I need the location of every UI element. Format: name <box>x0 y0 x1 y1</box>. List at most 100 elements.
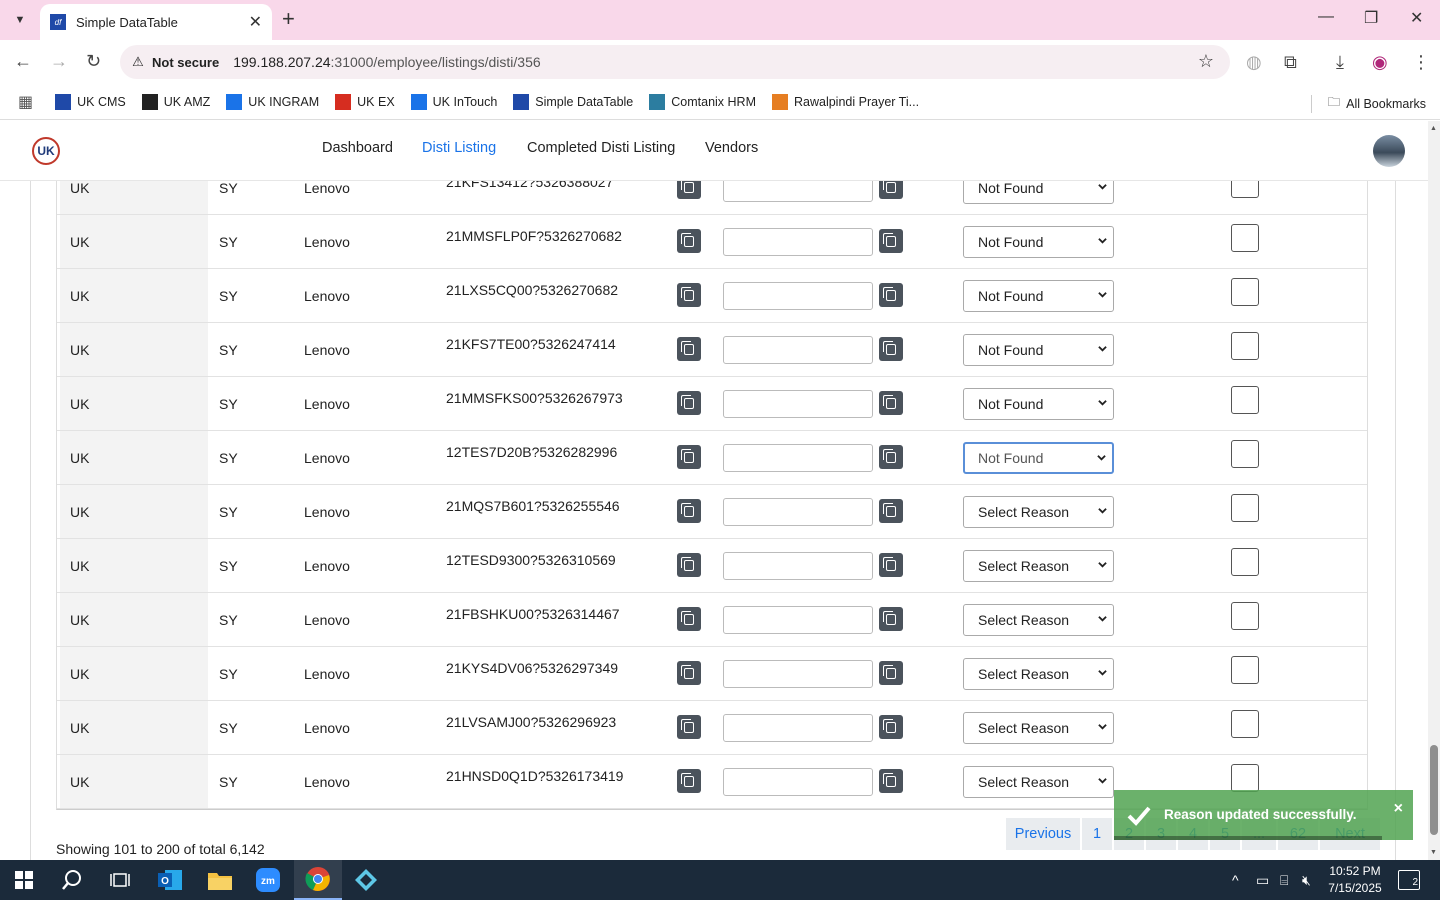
extensions-icon[interactable]: ⧉ <box>1284 52 1297 73</box>
paste-button[interactable] <box>879 769 903 793</box>
copy-sku-button[interactable] <box>677 229 701 253</box>
scroll-up-icon[interactable]: ▲ <box>1430 125 1437 132</box>
paste-button[interactable] <box>879 661 903 685</box>
paste-button[interactable] <box>879 283 903 307</box>
translate-icon[interactable]: ◍ <box>1246 52 1262 73</box>
pagination-previous[interactable]: Previous <box>1006 818 1080 850</box>
reason-select[interactable]: Select Reason <box>963 766 1114 798</box>
bookmark-star-icon[interactable]: ☆ <box>1198 51 1214 72</box>
paste-button[interactable] <box>879 391 903 415</box>
reason-select[interactable]: Select Reason <box>963 496 1114 528</box>
nav-completed-disti-listing[interactable]: Completed Disti Listing <box>527 140 675 156</box>
network-icon[interactable]: ⌸ <box>1280 872 1288 889</box>
paste-button[interactable] <box>879 715 903 739</box>
copy-sku-button[interactable] <box>677 391 701 415</box>
value-input[interactable] <box>723 714 873 742</box>
copy-sku-button[interactable] <box>677 769 701 793</box>
bookmark-item[interactable]: Simple DataTable <box>513 93 633 110</box>
not-secure-label[interactable]: Not secure <box>152 55 219 70</box>
uk-logo[interactable]: UK <box>32 137 60 165</box>
scrollbar-thumb[interactable] <box>1430 745 1438 835</box>
reason-select[interactable]: Not Found <box>963 226 1114 258</box>
outlook-icon[interactable]: O <box>146 860 194 900</box>
reason-select[interactable]: Not Found <box>963 334 1114 366</box>
scroll-down-icon[interactable]: ▼ <box>1430 849 1437 856</box>
search-icon[interactable] <box>48 860 96 900</box>
value-input[interactable] <box>723 552 873 580</box>
file-explorer-icon[interactable] <box>196 860 244 900</box>
toast-close-icon[interactable]: × <box>1394 800 1403 818</box>
reason-select[interactable]: Not Found <box>963 280 1114 312</box>
tray-chevron-icon[interactable]: ^ <box>1232 872 1239 888</box>
paste-button[interactable] <box>879 229 903 253</box>
nav-disti-listing[interactable]: Disti Listing <box>422 140 496 156</box>
pagination-page[interactable]: 1 <box>1082 818 1112 850</box>
row-checkbox[interactable] <box>1231 656 1259 684</box>
value-input[interactable] <box>723 181 873 202</box>
copy-sku-button[interactable] <box>677 715 701 739</box>
notification-icon[interactable]: 2 <box>1398 870 1420 890</box>
row-checkbox[interactable] <box>1231 181 1259 198</box>
value-input[interactable] <box>723 336 873 364</box>
zoom-icon[interactable]: zm <box>244 860 292 900</box>
value-input[interactable] <box>723 606 873 634</box>
value-input[interactable] <box>723 390 873 418</box>
page-scrollbar[interactable]: ▲ ▼ <box>1428 121 1440 860</box>
bookmark-item[interactable]: UK EX <box>335 93 395 110</box>
paste-button[interactable] <box>879 499 903 523</box>
bookmark-item[interactable]: Rawalpindi Prayer Ti... <box>772 93 919 110</box>
row-checkbox[interactable] <box>1231 386 1259 414</box>
all-bookmarks[interactable]: 🗀 All Bookmarks <box>1310 93 1426 114</box>
copy-sku-button[interactable] <box>677 553 701 577</box>
close-window-icon[interactable]: ✕ <box>1410 8 1423 28</box>
copy-sku-button[interactable] <box>677 445 701 469</box>
minimize-icon[interactable]: — <box>1318 8 1334 26</box>
back-arrow-icon[interactable]: ← <box>14 51 32 72</box>
profile-icon[interactable]: ◉ <box>1372 52 1388 73</box>
copy-sku-button[interactable] <box>677 337 701 361</box>
user-avatar[interactable] <box>1373 135 1405 167</box>
chrome-icon[interactable] <box>294 860 342 900</box>
value-input[interactable] <box>723 660 873 688</box>
paste-button[interactable] <box>879 445 903 469</box>
bookmark-item[interactable]: UK CMS <box>55 93 126 110</box>
value-input[interactable] <box>723 498 873 526</box>
bookmark-item[interactable]: UK INGRAM <box>226 93 319 110</box>
nav-dashboard[interactable]: Dashboard <box>322 140 393 156</box>
windows-start-icon[interactable] <box>0 860 48 900</box>
bookmark-item[interactable]: Comtanix HRM <box>649 93 756 110</box>
paste-button[interactable] <box>879 553 903 577</box>
apps-grid-icon[interactable]: ▦ <box>18 92 33 112</box>
row-checkbox[interactable] <box>1231 278 1259 306</box>
browser-tab[interactable]: df Simple DataTable ✕ <box>40 4 272 40</box>
nav-vendors[interactable]: Vendors <box>705 140 758 156</box>
copy-sku-button[interactable] <box>677 499 701 523</box>
reason-select[interactable]: Select Reason <box>963 550 1114 582</box>
app-diamond-icon[interactable] <box>342 860 390 900</box>
row-checkbox[interactable] <box>1231 602 1259 630</box>
tray-meet-icon[interactable]: ▭ <box>1256 872 1269 889</box>
reason-select[interactable]: Select Reason <box>963 658 1114 690</box>
row-checkbox[interactable] <box>1231 332 1259 360</box>
download-icon[interactable]: ⤓ <box>1336 52 1344 73</box>
row-checkbox[interactable] <box>1231 440 1259 468</box>
row-checkbox[interactable] <box>1231 764 1259 792</box>
kebab-menu-icon[interactable]: ⋮ <box>1412 52 1430 73</box>
paste-button[interactable] <box>879 181 903 199</box>
tab-search-button[interactable]: ▼ <box>8 8 32 32</box>
row-checkbox[interactable] <box>1231 548 1259 576</box>
paste-button[interactable] <box>879 337 903 361</box>
reason-select[interactable]: Not Found <box>963 388 1114 420</box>
copy-sku-button[interactable] <box>677 181 701 199</box>
reload-icon[interactable]: ↻ <box>86 51 101 72</box>
volume-muted-icon[interactable]: 🔇︎ <box>1302 872 1311 889</box>
paste-button[interactable] <box>879 607 903 631</box>
row-checkbox[interactable] <box>1231 710 1259 738</box>
address-bar[interactable]: ⚠ Not secure 199.188.207.24:31000/employ… <box>120 45 1230 79</box>
tab-close-icon[interactable]: ✕ <box>249 12 262 32</box>
restore-icon[interactable]: ❐ <box>1364 8 1378 28</box>
copy-sku-button[interactable] <box>677 283 701 307</box>
task-view-icon[interactable] <box>96 860 144 900</box>
value-input[interactable] <box>723 228 873 256</box>
value-input[interactable] <box>723 444 873 472</box>
